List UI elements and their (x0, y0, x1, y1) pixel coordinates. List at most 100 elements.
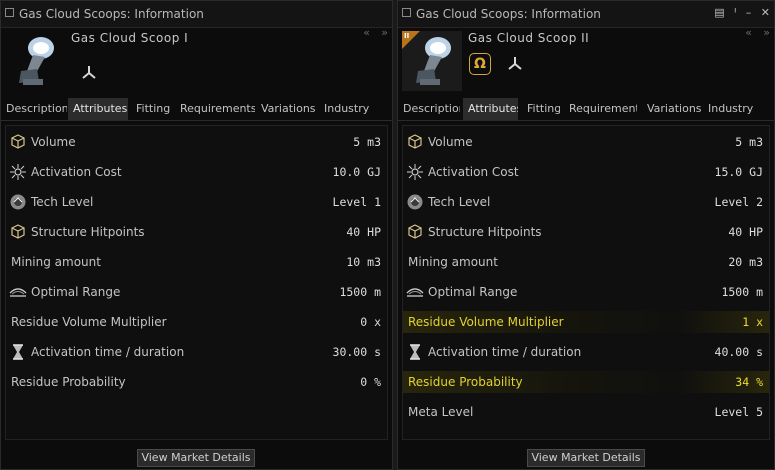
attribute-value: Level 1 (332, 195, 381, 209)
attribute-row[interactable]: Residue Probability 34 % (403, 367, 769, 397)
item-icon[interactable]: II (402, 31, 462, 91)
range-icon (9, 283, 27, 301)
hourglass-icon (9, 343, 27, 361)
item-icon[interactable] (5, 31, 65, 91)
tab-attributes[interactable]: Attributes (463, 98, 518, 120)
attribute-label: Mining amount (11, 255, 101, 269)
tab-requirements[interactable]: Requirements (564, 98, 637, 120)
attribute-row[interactable]: Activation time / duration 40.00 s (403, 337, 769, 367)
attribute-label: Residue Volume Multiplier (11, 315, 167, 329)
attribute-row[interactable]: Residue Volume Multiplier 0 x (6, 307, 387, 337)
tab-variations[interactable]: Variations (256, 98, 318, 120)
attribute-label: Activation Cost (428, 165, 519, 179)
tech-level-icon (9, 193, 27, 211)
compact-mode-icon[interactable]: ▤ (714, 6, 724, 19)
attribute-label: Activation Cost (31, 165, 122, 179)
info-tabs: Description Attributes Fitting Requireme… (1, 98, 392, 121)
attribute-row[interactable]: Optimal Range 1500 m (403, 277, 769, 307)
attribute-label: Tech Level (428, 195, 491, 209)
attribute-row[interactable]: Volume 5 m3 (403, 127, 769, 157)
window-menu-icon[interactable] (5, 8, 14, 17)
tab-description[interactable]: Description (1, 98, 67, 120)
attribute-value: 40 HP (728, 225, 763, 239)
attribute-label: Tech Level (31, 195, 94, 209)
attribute-row[interactable]: Residue Probability 0 % (6, 367, 387, 397)
tab-variations[interactable]: Variations (642, 98, 702, 120)
attribute-label: Structure Hitpoints (31, 225, 145, 239)
attribute-row[interactable]: Structure Hitpoints 40 HP (6, 217, 387, 247)
attributes-list[interactable]: Volume 5 m3 Activation Cost 10.0 GJ Tech Lev… (5, 125, 388, 440)
expand-right-icon[interactable]: » (763, 26, 770, 39)
gas-scoop-icon (19, 37, 54, 85)
attribute-value: 5 m3 (353, 135, 381, 149)
attribute-value: 10 m3 (346, 255, 381, 269)
tech-level-icon (406, 193, 424, 211)
attribute-row[interactable]: Meta Level Level 5 (403, 397, 769, 427)
tab-industry[interactable]: Industry (319, 98, 379, 120)
attribute-label: Residue Volume Multiplier (408, 315, 564, 329)
attribute-value: 1500 m (339, 285, 381, 299)
attribute-row[interactable]: Tech Level Level 2 (403, 187, 769, 217)
attribute-value: Level 2 (714, 195, 763, 209)
attribute-label: Activation time / duration (31, 345, 185, 359)
attribute-row[interactable]: Mining amount 20 m3 (403, 247, 769, 277)
hourglass-icon (406, 343, 424, 361)
tab-fitting[interactable]: Fitting (522, 98, 560, 120)
attribute-value: 0 x (360, 315, 381, 329)
omega-icon[interactable]: Ω (469, 53, 491, 75)
tab-attributes[interactable]: Attributes (68, 98, 128, 120)
pin-icon[interactable]: ᑊ (734, 6, 736, 19)
attribute-row[interactable]: Volume 5 m3 (6, 127, 387, 157)
range-icon (406, 283, 424, 301)
info-window-right: Gas Cloud Scoops: Information ▤ ᑊ – ✕ « … (397, 0, 775, 470)
attribute-label: Mining amount (408, 255, 498, 269)
close-icon[interactable]: ✕ (761, 6, 770, 19)
attribute-row[interactable]: Residue Volume Multiplier 1 x (403, 307, 769, 337)
cube-icon (406, 223, 424, 241)
attribute-row[interactable]: Mining amount 10 m3 (6, 247, 387, 277)
expand-right-icon[interactable]: » (381, 26, 388, 39)
tab-requirements[interactable]: Requirements (175, 98, 255, 120)
collapse-left-icon[interactable]: « (363, 26, 370, 39)
window-title: Gas Cloud Scoops: Information (19, 7, 204, 21)
attribute-row[interactable]: Activation time / duration 30.00 s (6, 337, 387, 367)
cube-icon (9, 223, 27, 241)
attribute-value: 1500 m (721, 285, 763, 299)
window-title: Gas Cloud Scoops: Information (416, 7, 601, 21)
attribute-value: 40 HP (346, 225, 381, 239)
window-menu-icon[interactable] (402, 8, 411, 17)
attribute-row[interactable]: Activation Cost 10.0 GJ (6, 157, 387, 187)
cube-icon (9, 133, 27, 151)
view-market-details-button[interactable]: View Market Details (527, 449, 645, 467)
slot-type-icon (82, 66, 96, 79)
info-tabs: Description Attributes Fitting Requireme… (398, 98, 774, 121)
cube-icon (406, 133, 424, 151)
attribute-row[interactable]: Tech Level Level 1 (6, 187, 387, 217)
tab-fitting[interactable]: Fitting (131, 98, 175, 120)
capacitor-icon (406, 163, 424, 181)
attribute-value: 5 m3 (735, 135, 763, 149)
window-titlebar[interactable]: Gas Cloud Scoops: Information (1, 1, 392, 28)
window-titlebar[interactable]: Gas Cloud Scoops: Information ▤ ᑊ – ✕ (398, 1, 774, 28)
collapse-left-icon[interactable]: « (745, 26, 752, 39)
capacitor-icon (9, 163, 27, 181)
attribute-value: 0 % (360, 375, 381, 389)
attribute-value: 30.00 s (332, 345, 381, 359)
attribute-row[interactable]: Structure Hitpoints 40 HP (403, 217, 769, 247)
item-name: Gas Cloud Scoop I (71, 31, 189, 45)
tab-industry[interactable]: Industry (703, 98, 753, 120)
attribute-label: Residue Probability (11, 375, 126, 389)
attribute-row[interactable]: Activation Cost 15.0 GJ (403, 157, 769, 187)
attribute-label: Residue Probability (408, 375, 523, 389)
attribute-label: Volume (428, 135, 473, 149)
attributes-list[interactable]: Volume 5 m3 Activation Cost 15.0 GJ Tech Lev… (402, 125, 770, 440)
view-market-details-button[interactable]: View Market Details (137, 449, 255, 467)
attribute-label: Volume (31, 135, 76, 149)
tab-description[interactable]: Description (398, 98, 460, 120)
attribute-row[interactable]: Optimal Range 1500 m (6, 277, 387, 307)
attribute-label: Optimal Range (428, 285, 518, 299)
attribute-label: Optimal Range (31, 285, 121, 299)
attribute-value: 20 m3 (728, 255, 763, 269)
minimize-icon[interactable]: – (746, 6, 752, 19)
item-name: Gas Cloud Scoop II (468, 31, 590, 45)
